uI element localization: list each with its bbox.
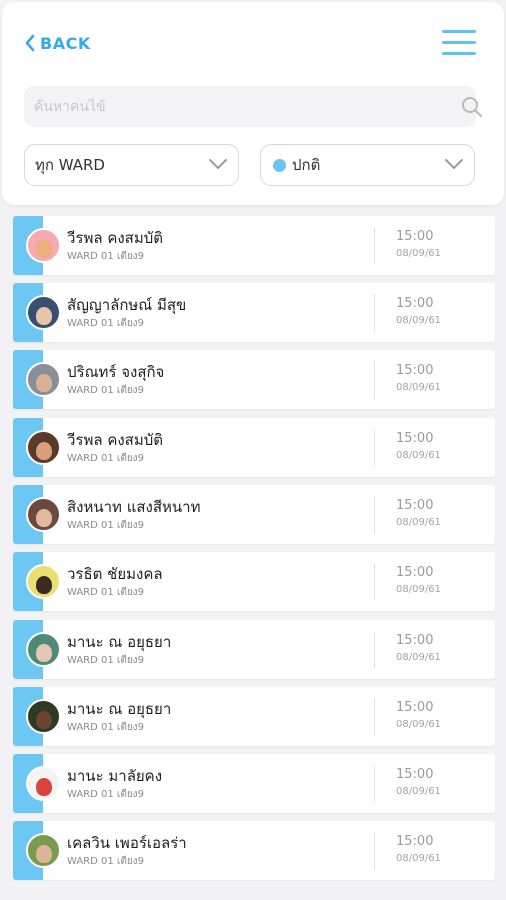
appointment-time: 15:00 bbox=[396, 296, 434, 311]
patient-card[interactable]: มานะ ณ อยุธยา WARD 01 เตียง9 15:00 08/09… bbox=[13, 687, 495, 746]
divider bbox=[374, 832, 375, 870]
divider bbox=[374, 227, 375, 265]
appointment-time: 15:00 bbox=[396, 565, 434, 580]
patient-avatar-icon bbox=[26, 766, 61, 801]
patient-name: ปริณทร์ จงสุกิจ bbox=[67, 363, 165, 381]
patient-ward: WARD 01 เตียง9 bbox=[67, 655, 144, 666]
appointment-time: 15:00 bbox=[396, 229, 434, 244]
patient-avatar-icon bbox=[26, 699, 61, 734]
patient-name: วีรพล คงสมบัติ bbox=[67, 431, 163, 449]
patient-card[interactable]: วีรพล คงสมบัติ WARD 01 เตียง9 15:00 08/0… bbox=[13, 216, 495, 275]
appointment-date: 08/09/61 bbox=[396, 719, 441, 730]
patient-card[interactable]: เคลวิน เพอร์เอลร่า WARD 01 เตียง9 15:00 … bbox=[13, 821, 495, 880]
patient-ward: WARD 01 เตียง9 bbox=[67, 318, 144, 329]
patient-name: สิงหนาท แสงสีหนาท bbox=[67, 498, 201, 516]
patient-card[interactable]: มานะ ณ อยุธยา WARD 01 เตียง9 15:00 08/09… bbox=[13, 620, 495, 679]
patient-name: สัญญาลักษณ์ มีสุข bbox=[67, 296, 187, 314]
appointment-time: 15:00 bbox=[396, 498, 434, 513]
appointment-time: 15:00 bbox=[396, 700, 434, 715]
patient-card[interactable]: วรธิต ชัยมงคล WARD 01 เตียง9 15:00 08/09… bbox=[13, 552, 495, 611]
appointment-time: 15:00 bbox=[396, 363, 434, 378]
patient-card[interactable]: ปริณทร์ จงสุกิจ WARD 01 เตียง9 15:00 08/… bbox=[13, 350, 495, 409]
divider bbox=[374, 765, 375, 803]
patient-card[interactable]: สิงหนาท แสงสีหนาท WARD 01 เตียง9 15:00 0… bbox=[13, 485, 495, 544]
patient-name: เคลวิน เพอร์เอลร่า bbox=[67, 834, 187, 852]
appointment-date: 08/09/61 bbox=[396, 382, 441, 393]
divider bbox=[374, 429, 375, 467]
patient-avatar-icon bbox=[26, 564, 61, 599]
divider bbox=[374, 361, 375, 399]
appointment-time: 15:00 bbox=[396, 431, 434, 446]
patient-name: วีรพล คงสมบัติ bbox=[67, 229, 163, 247]
patient-card[interactable]: วีรพล คงสมบัติ WARD 01 เตียง9 15:00 08/0… bbox=[13, 418, 495, 477]
appointment-time: 15:00 bbox=[396, 633, 434, 648]
appointment-date: 08/09/61 bbox=[396, 517, 441, 528]
patient-ward: WARD 01 เตียง9 bbox=[67, 520, 144, 531]
appointment-time: 15:00 bbox=[396, 767, 434, 782]
divider bbox=[374, 698, 375, 736]
patient-name: มานะ มาลัยคง bbox=[67, 767, 163, 785]
patient-name: มานะ ณ อยุธยา bbox=[67, 700, 172, 718]
appointment-date: 08/09/61 bbox=[396, 248, 441, 259]
patient-ward: WARD 01 เตียง9 bbox=[67, 251, 144, 262]
patient-name: วรธิต ชัยมงคล bbox=[67, 565, 163, 583]
patient-avatar-icon bbox=[26, 228, 61, 263]
appointment-time: 15:00 bbox=[396, 834, 434, 849]
appointment-date: 08/09/61 bbox=[396, 450, 441, 461]
appointment-date: 08/09/61 bbox=[396, 853, 441, 864]
divider bbox=[374, 294, 375, 332]
patient-ward: WARD 01 เตียง9 bbox=[67, 453, 144, 464]
patient-avatar-icon bbox=[26, 295, 61, 330]
patient-ward: WARD 01 เตียง9 bbox=[67, 789, 144, 800]
patient-list: วีรพล คงสมบัติ WARD 01 เตียง9 15:00 08/0… bbox=[0, 0, 506, 900]
appointment-date: 08/09/61 bbox=[396, 786, 441, 797]
patient-avatar-icon bbox=[26, 632, 61, 667]
patient-card[interactable]: มานะ มาลัยคง WARD 01 เตียง9 15:00 08/09/… bbox=[13, 754, 495, 813]
patient-card[interactable]: สัญญาลักษณ์ มีสุข WARD 01 เตียง9 15:00 0… bbox=[13, 283, 495, 342]
appointment-date: 08/09/61 bbox=[396, 315, 441, 326]
patient-avatar-icon bbox=[26, 430, 61, 465]
patient-ward: WARD 01 เตียง9 bbox=[67, 385, 144, 396]
patient-ward: WARD 01 เตียง9 bbox=[67, 722, 144, 733]
appointment-date: 08/09/61 bbox=[396, 584, 441, 595]
patient-ward: WARD 01 เตียง9 bbox=[67, 587, 144, 598]
patient-ward: WARD 01 เตียง9 bbox=[67, 856, 144, 867]
appointment-date: 08/09/61 bbox=[396, 652, 441, 663]
patient-avatar-icon bbox=[26, 497, 61, 532]
patient-name: มานะ ณ อยุธยา bbox=[67, 633, 172, 651]
patient-avatar-icon bbox=[26, 362, 61, 397]
divider bbox=[374, 496, 375, 534]
patient-avatar-icon bbox=[26, 833, 61, 868]
divider bbox=[374, 563, 375, 601]
divider bbox=[374, 631, 375, 669]
